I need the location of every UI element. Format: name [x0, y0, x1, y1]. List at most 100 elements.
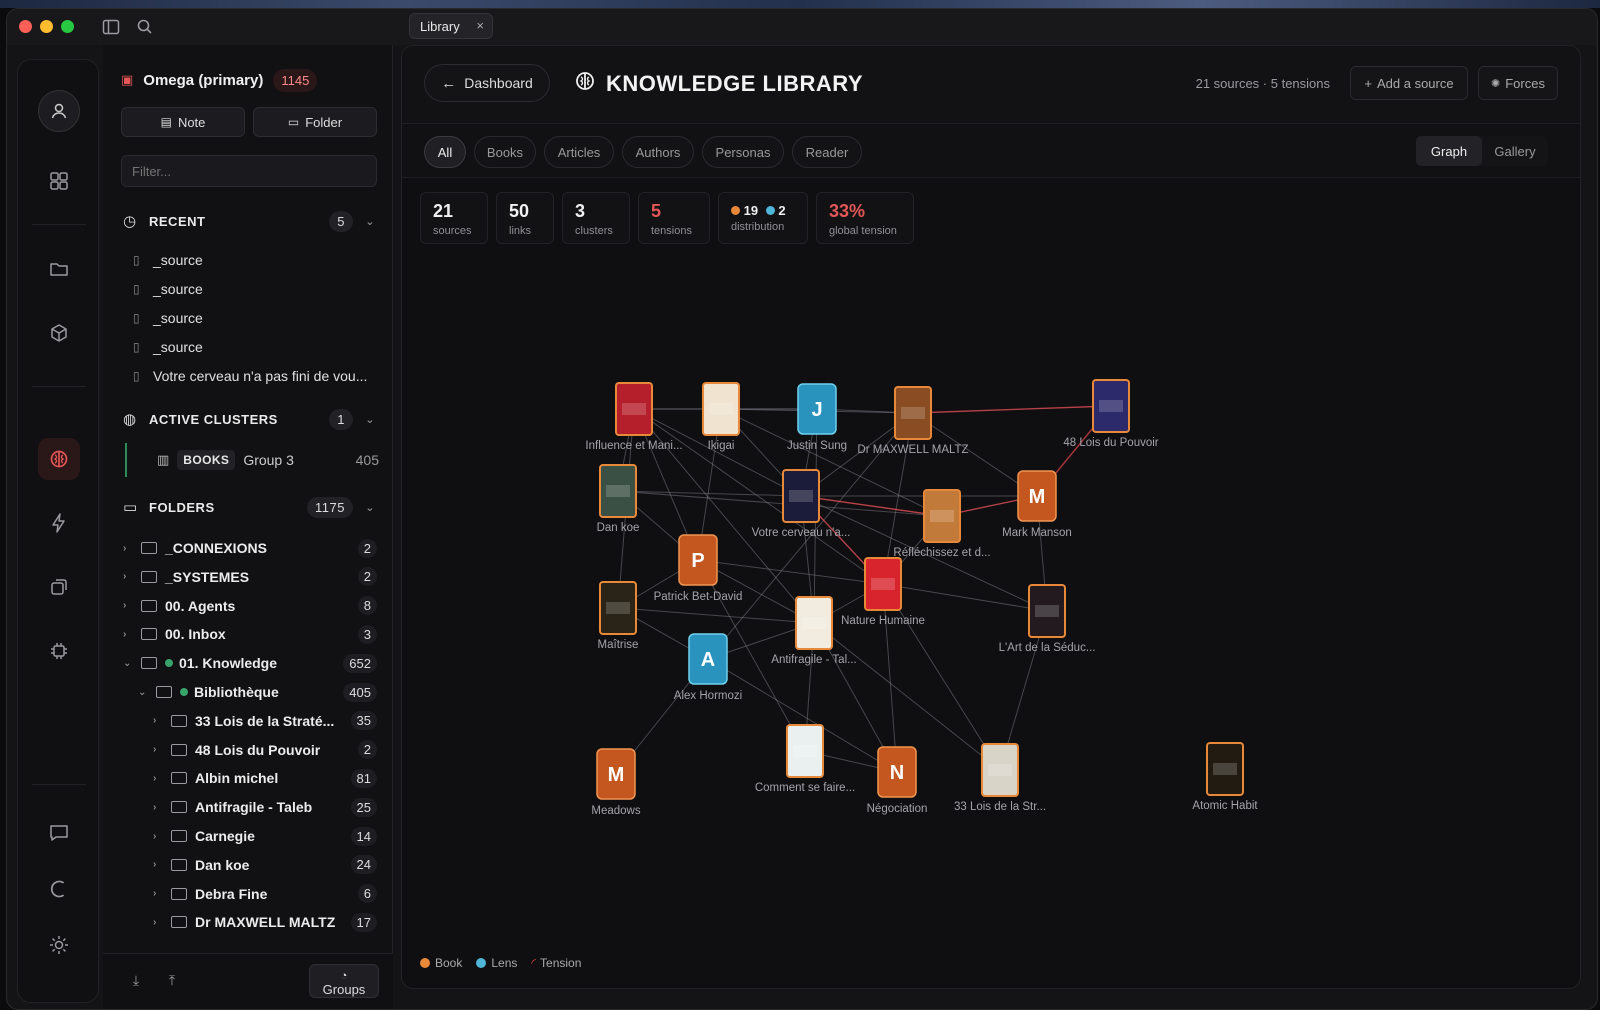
book-cover-art: [930, 510, 954, 522]
rail-divider: [32, 386, 86, 387]
folder-row[interactable]: › 00. Inbox 3: [103, 621, 393, 647]
folder-name: 00. Inbox: [165, 626, 226, 643]
copy-stack-icon[interactable]: [38, 566, 80, 608]
recent-item-label: _source: [153, 252, 203, 268]
lightning-icon[interactable]: [38, 502, 80, 544]
sidebar-toggle-icon[interactable]: [101, 17, 121, 37]
folder-row[interactable]: ⌄ Bibliothèque 405: [103, 679, 393, 705]
minimize-window-button[interactable]: [40, 20, 53, 33]
graph-node[interactable]: P Patrick Bet-David: [654, 534, 743, 603]
graph-node[interactable]: M Meadows: [591, 748, 641, 817]
upload-icon[interactable]: ⤒: [161, 972, 183, 994]
chevron-right-icon[interactable]: ›: [153, 744, 165, 755]
filter-chip-books[interactable]: Books: [474, 136, 536, 168]
filter-chip-reader[interactable]: Reader: [792, 136, 862, 168]
folder-row[interactable]: › 48 Lois du Pouvoir 2: [103, 737, 393, 763]
graph-node[interactable]: Ikigai: [702, 382, 740, 452]
chat-icon[interactable]: [38, 812, 80, 854]
chevron-right-icon[interactable]: ›: [123, 571, 135, 582]
node-initial: N: [890, 762, 904, 784]
dashboard-grid-icon[interactable]: [38, 160, 80, 202]
graph-node[interactable]: Dan koe: [597, 464, 640, 534]
graph-node[interactable]: N Négociation: [867, 746, 928, 815]
theme-sun-icon[interactable]: [38, 924, 80, 966]
recent-item[interactable]: ▯ _source: [133, 307, 203, 329]
app-window: Library × ▣ Omega (primary) 1145 ▤ Note …: [6, 8, 1598, 1010]
graph-node[interactable]: Votre cerveau n'a...: [752, 469, 851, 539]
forces-button[interactable]: ✺ Forces: [1478, 66, 1558, 100]
folder-row[interactable]: › Antifragile - Taleb 25: [103, 794, 393, 820]
filter-input[interactable]: [121, 155, 377, 187]
chevron-right-icon[interactable]: ›: [153, 859, 165, 870]
chevron-right-icon[interactable]: ›: [123, 600, 135, 611]
workspace-header[interactable]: ▣ Omega (primary) 1145: [121, 65, 318, 95]
graph-node[interactable]: Influence et Mani...: [585, 382, 683, 452]
chip-icon[interactable]: [38, 630, 80, 672]
view-graph-tab[interactable]: Graph: [1416, 136, 1482, 166]
filter-chip-all[interactable]: All: [424, 136, 466, 168]
filter-chip-articles[interactable]: Articles: [544, 136, 614, 168]
folder-icon[interactable]: [38, 248, 80, 290]
chevron-right-icon[interactable]: ›: [153, 888, 165, 899]
recent-item[interactable]: ▯ _source: [133, 278, 203, 300]
chevron-right-icon[interactable]: ›: [123, 629, 135, 640]
folder-row[interactable]: › Dan koe 24: [103, 852, 393, 878]
recent-item[interactable]: ▯ Votre cerveau n'a pas fini de vou...: [133, 365, 367, 387]
clusters-section-header[interactable]: ◍ ACTIVE CLUSTERS 1 ⌄: [123, 407, 379, 431]
graph-node[interactable]: Maîtrise: [598, 581, 639, 651]
folder-row[interactable]: › _SYSTEMES 2: [103, 564, 393, 590]
maximize-window-button[interactable]: [61, 20, 74, 33]
graph-node[interactable]: J Justin Sung: [787, 383, 847, 452]
graph-node[interactable]: M Mark Manson: [1002, 470, 1072, 539]
close-window-button[interactable]: [19, 20, 32, 33]
file-icon: ▯: [133, 311, 140, 325]
chevron-down-icon[interactable]: ⌄: [365, 501, 375, 514]
folders-section-header[interactable]: ▭ FOLDERS 1175 ⌄: [123, 495, 379, 519]
download-icon[interactable]: ⤓: [125, 972, 147, 994]
graph-node[interactable]: L'Art de la Séduc...: [999, 584, 1096, 654]
new-folder-button[interactable]: ▭ Folder: [253, 107, 377, 137]
folder-row[interactable]: › Dr MAXWELL MALTZ 17: [103, 909, 393, 935]
graph-node[interactable]: Atomic Habit: [1192, 742, 1258, 812]
chevron-right-icon[interactable]: ›: [153, 715, 165, 726]
graph-node[interactable]: A Alex Hormozi: [674, 633, 742, 702]
chevron-down-icon[interactable]: ⌄: [365, 413, 375, 426]
chevron-right-icon[interactable]: ›: [153, 773, 165, 784]
folder-row[interactable]: › 33 Lois de la Straté... 35: [103, 708, 393, 734]
folder-row[interactable]: › Debra Fine 6: [103, 881, 393, 907]
graph-node[interactable]: Nature Humaine: [841, 557, 925, 627]
user-avatar-icon[interactable]: [38, 90, 80, 132]
graph-node[interactable]: Dr MAXWELL MALTZ: [857, 386, 969, 456]
chevron-right-icon[interactable]: ›: [123, 543, 135, 554]
folder-row[interactable]: › Albin michel 81: [103, 765, 393, 791]
filter-chip-personas[interactable]: Personas: [702, 136, 784, 168]
tab-library[interactable]: Library ×: [409, 13, 493, 39]
back-to-dashboard-button[interactable]: ← Dashboard: [424, 64, 550, 102]
graph-node[interactable]: 33 Lois de la Str...: [954, 743, 1046, 813]
groups-button[interactable]: ◔ Groups: [309, 964, 379, 998]
folder-row[interactable]: › Carnegie 14: [103, 823, 393, 849]
chevron-down-icon[interactable]: ⌄: [123, 658, 135, 669]
chevron-right-icon[interactable]: ›: [153, 831, 165, 842]
graph-node[interactable]: 48 Lois du Pouvoir: [1063, 379, 1159, 449]
folder-row[interactable]: › 00. Agents 8: [103, 593, 393, 619]
chevron-right-icon[interactable]: ›: [153, 917, 165, 928]
view-gallery-tab[interactable]: Gallery: [1482, 136, 1548, 166]
tab-close-icon[interactable]: ×: [476, 18, 484, 33]
recent-section-header[interactable]: ◷ RECENT 5 ⌄: [123, 209, 379, 233]
cube-icon[interactable]: [38, 312, 80, 354]
knowledge-graph[interactable]: Influence et Mani... Ikigai J Justin Sung Dr…: [402, 246, 1581, 946]
recent-item[interactable]: ▯ _source: [133, 249, 203, 271]
chevron-down-icon[interactable]: ⌄: [138, 687, 150, 698]
recent-item[interactable]: ▯ _source: [133, 336, 203, 358]
knowledge-brain-icon[interactable]: [38, 438, 80, 480]
new-note-button[interactable]: ▤ Note: [121, 107, 245, 137]
cluster-item[interactable]: ▥ BOOKS Group 3 405: [125, 443, 379, 477]
folder-row[interactable]: ⌄ 01. Knowledge 652: [103, 650, 393, 676]
folder-row[interactable]: › _CONNEXIONS 2: [103, 535, 393, 561]
search-icon[interactable]: [135, 17, 155, 37]
chevron-right-icon[interactable]: ›: [153, 802, 165, 813]
filter-chip-authors[interactable]: Authors: [622, 136, 694, 168]
chevron-down-icon[interactable]: ⌄: [365, 215, 375, 228]
add-source-button[interactable]: + Add a source: [1350, 66, 1468, 100]
